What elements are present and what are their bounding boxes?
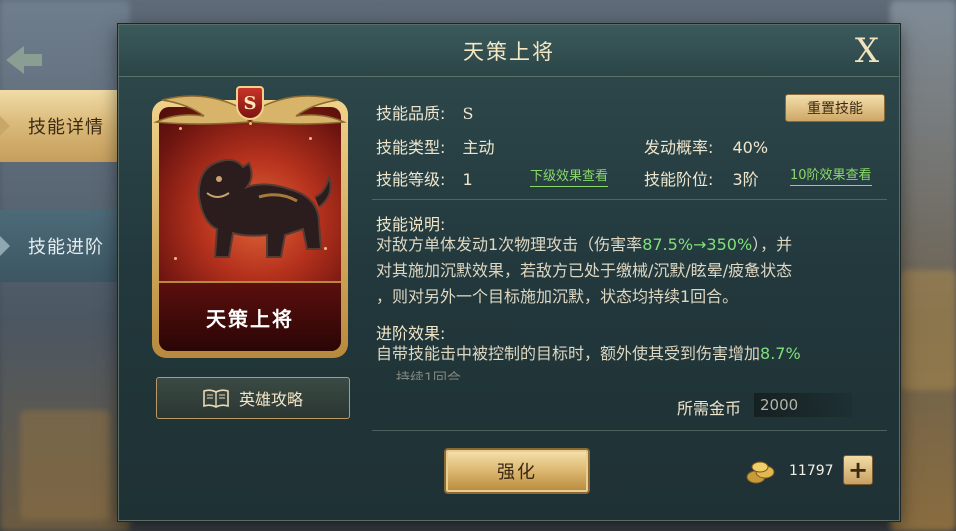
card-frame: ☭ 天策上将 bbox=[152, 100, 348, 358]
enhance-button[interactable]: 强化 bbox=[444, 448, 590, 494]
description-text: 对敌方单体发动1次物理攻击（伤害率87.5%→350%），并 对其施加沉默效果，… bbox=[376, 232, 876, 310]
tab-marker-icon bbox=[0, 116, 10, 136]
quality-label: 技能品质: bbox=[376, 104, 446, 123]
advance-text-cutoff: 持续1回合 bbox=[396, 371, 461, 380]
description-text-part: ），并 bbox=[752, 235, 793, 254]
description-text-part: 对敌方单体发动1次物理攻击（伤害率 bbox=[376, 235, 643, 254]
trigger-value: 40% bbox=[732, 138, 769, 157]
card-name-plate: 天策上将 bbox=[159, 281, 341, 351]
gold-coins-icon bbox=[746, 461, 775, 484]
back-arrow-icon[interactable] bbox=[0, 40, 46, 80]
trigger-row: 发动概率: 40% bbox=[644, 134, 768, 158]
description-line: 对敌方单体发动1次物理攻击（伤害率87.5%→350%），并 bbox=[376, 232, 876, 258]
required-gold-label: 所需金币 bbox=[677, 399, 742, 418]
trigger-label: 发动概率: bbox=[644, 138, 714, 157]
type-value: 主动 bbox=[462, 138, 495, 157]
add-gold-button[interactable]: + bbox=[843, 455, 873, 485]
advance-text: 自带技能击中被控制的目标时，额外使其受到伤害增加8.7% bbox=[376, 341, 876, 367]
advance-highlight: 8.7% bbox=[760, 344, 801, 363]
tier-value: 3阶 bbox=[732, 170, 759, 189]
background-item bbox=[20, 410, 110, 520]
description-line: 对其施加沉默效果，若敌方已处于缴械/沉默/眩晕/疲惫状态 bbox=[376, 261, 793, 280]
tab-skill-advance[interactable]: 技能进阶 bbox=[0, 210, 132, 282]
type-row: 技能类型: 主动 bbox=[376, 134, 495, 158]
level-value: 1 bbox=[462, 170, 473, 189]
panel-header: 天策上将 X bbox=[119, 25, 899, 77]
panel-title: 天策上将 bbox=[463, 39, 555, 64]
close-button[interactable]: X bbox=[847, 31, 887, 71]
damage-rate-highlight: 87.5%→350% bbox=[642, 235, 753, 254]
advance-text-part: 自带技能击中被控制的目标时，额外使其受到伤害增加 bbox=[376, 344, 761, 363]
tier-row: 技能阶位: 3阶 bbox=[644, 166, 759, 190]
reset-skill-button[interactable]: 重置技能 bbox=[785, 94, 885, 122]
card-name: 天策上将 bbox=[206, 306, 294, 331]
quality-value: S bbox=[462, 104, 474, 123]
level-row: 技能等级: 1 bbox=[376, 166, 473, 190]
grade-badge: S bbox=[236, 86, 264, 120]
tab-skill-details[interactable]: 技能详情 bbox=[0, 90, 132, 162]
tier-label: 技能阶位: bbox=[644, 170, 714, 189]
beast-statue-icon bbox=[197, 158, 332, 258]
gold-amount: 11797 bbox=[789, 463, 834, 479]
type-label: 技能类型: bbox=[376, 138, 446, 157]
divider bbox=[372, 430, 887, 431]
guide-label: 英雄攻略 bbox=[238, 390, 303, 409]
tab-label: 技能详情 bbox=[28, 117, 104, 138]
tab-label: 技能进阶 bbox=[28, 237, 104, 258]
background-item bbox=[900, 270, 956, 390]
next-level-effect-link[interactable]: 下级效果查看 bbox=[530, 165, 609, 187]
tab-marker-icon bbox=[0, 236, 10, 256]
book-icon bbox=[203, 389, 229, 408]
tier10-effect-link[interactable]: 10阶效果查看 bbox=[790, 164, 872, 186]
hero-guide-button[interactable]: 英雄攻略 bbox=[156, 377, 350, 419]
card-art: ☭ 天策上将 bbox=[159, 107, 341, 351]
level-label: 技能等级: bbox=[376, 170, 446, 189]
skill-card: ☭ 天策上将 S bbox=[148, 82, 352, 360]
description-line: ，则对另外一个目标施加沉默，状态均持续1回合。 bbox=[376, 287, 739, 306]
divider bbox=[372, 199, 887, 200]
quality-row: 技能品质: S bbox=[376, 100, 473, 124]
required-gold-value: 2000 bbox=[754, 393, 852, 417]
